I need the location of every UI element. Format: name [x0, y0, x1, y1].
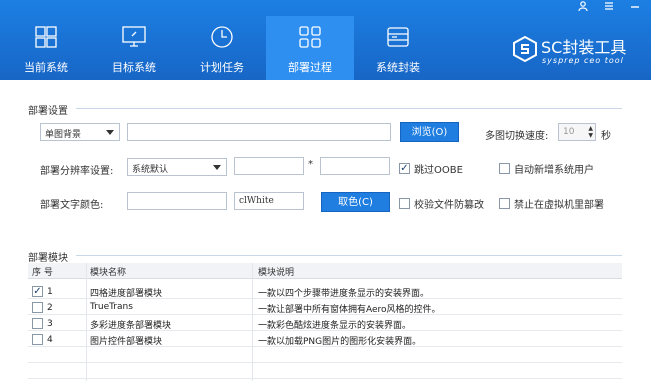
resolution-height-input[interactable]: [320, 157, 390, 175]
checkmark-icon[interactable]: ✓: [32, 286, 43, 297]
logo-name: SC封装工具: [541, 38, 627, 57]
resolution-select[interactable]: 系统默认: [127, 158, 227, 176]
resolution-separator: *: [308, 159, 313, 170]
sc-logo-icon: [513, 36, 537, 62]
table-row-empty: [28, 364, 622, 379]
text-color-input[interactable]: clWhite: [234, 192, 304, 210]
row-number-cell: 2: [32, 302, 53, 313]
auto-add-user-label: 自动新增系统用户: [514, 165, 594, 176]
nav-item-scheduled-tasks[interactable]: 计划任务: [178, 16, 266, 80]
module-name: TrueTrans: [90, 302, 133, 312]
windows-icon: [35, 26, 57, 48]
chevron-down-icon: [213, 165, 221, 170]
module-name: 四格进度部署模块: [90, 289, 163, 299]
resolution-width-input[interactable]: [234, 157, 304, 175]
table-header: 序 号 模块名称 模块说明: [28, 263, 622, 279]
checkmark-icon: ✓: [399, 163, 410, 174]
row-number: 3: [47, 318, 53, 329]
table-row-empty: [28, 348, 622, 363]
module-description: 一款彩色酷炫进度条显示的安装界面。: [258, 321, 412, 331]
resolution-value: 系统默认: [132, 165, 169, 175]
module-description: 一款让部署中所有窗体拥有Aero风格的控件。: [258, 305, 441, 315]
drive-icon: [387, 27, 409, 47]
table-row[interactable]: 4 图片控件部署模块 一款以加载PNG图片的图形化安装界面。: [28, 332, 622, 347]
text-color-label: 部署文字颜色:: [40, 200, 104, 211]
monitor-icon: [122, 26, 146, 47]
no-vm-deploy-label: 禁止在虚拟机里部署: [514, 200, 604, 211]
spinner-arrows-icon[interactable]: ▲ ▼: [588, 125, 593, 139]
skip-oobe-label: 跳过OOBE: [414, 165, 463, 176]
modules-icon: [299, 26, 321, 48]
nav-label: 目标系统: [112, 61, 156, 74]
column-header-name[interactable]: 模块名称: [90, 265, 126, 278]
pick-color-button[interactable]: 取色(C): [321, 192, 390, 212]
table-row[interactable]: ✓ 1 四格进度部署模块 一款以四个步骤带进度条显示的安装界面。: [28, 284, 622, 299]
section-divider: [76, 108, 622, 109]
text-color-preview: [127, 192, 227, 210]
row-number-cell: 3: [32, 318, 53, 329]
module-description: 一款以四个步骤带进度条显示的安装界面。: [258, 289, 430, 299]
checkbox-box: [399, 198, 410, 209]
row-number-cell: 4: [32, 334, 53, 345]
auto-add-user-checkbox[interactable]: 自动新增系统用户: [499, 161, 594, 176]
nav-label: 部署过程: [288, 61, 332, 74]
menu-icon[interactable]: [603, 1, 615, 14]
row-number: 1: [47, 286, 53, 297]
clock-icon: [211, 26, 233, 48]
user-icon[interactable]: [577, 1, 589, 14]
switch-speed-value: 10: [563, 127, 575, 137]
table-row[interactable]: 3 多彩进度条部署模块 一款彩色酷炫进度条显示的安装界面。: [28, 316, 622, 331]
checkbox-box[interactable]: [32, 334, 43, 345]
nav-label: 当前系统: [24, 61, 68, 74]
background-mode-select[interactable]: 单图背景: [40, 123, 120, 141]
table-row[interactable]: 2 TrueTrans 一款让部署中所有窗体拥有Aero风格的控件。: [28, 300, 622, 315]
speed-unit-label: 秒: [601, 131, 611, 142]
modules-section-title: 部署模块: [28, 253, 68, 264]
skip-oobe-checkbox[interactable]: ✓ 跳过OOBE: [399, 161, 463, 176]
module-name: 图片控件部署模块: [90, 337, 163, 347]
row-number: 4: [47, 334, 53, 345]
checkbox-box: [499, 163, 510, 174]
column-header-number[interactable]: 序 号: [32, 265, 53, 278]
verify-files-label: 校验文件防篡改: [414, 200, 484, 211]
column-header-description[interactable]: 模块说明: [258, 265, 294, 278]
title-bar: 当前系统 目标系统 计划任务 部署过程 系统封装 SC封装工具 sysprep …: [0, 0, 651, 80]
nav-item-deploy-process[interactable]: 部署过程: [266, 16, 354, 80]
window-controls: [577, 1, 641, 14]
nav-item-current-system[interactable]: 当前系统: [2, 16, 90, 80]
checkbox-box[interactable]: [32, 302, 43, 313]
row-number-cell: ✓ 1: [32, 286, 53, 297]
logo-subtitle: sysprep ceo tool: [542, 56, 624, 65]
checkbox-box[interactable]: [32, 318, 43, 329]
chevron-down-icon: [106, 130, 114, 135]
section-divider: [76, 255, 622, 256]
settings-section-title: 部署设置: [28, 106, 68, 117]
resolution-label: 部署分辨率设置:: [40, 166, 114, 177]
background-mode-value: 单图背景: [45, 130, 82, 140]
nav-label: 系统封装: [376, 61, 420, 74]
nav-item-system-package[interactable]: 系统封装: [354, 16, 442, 80]
nav-label: 计划任务: [200, 61, 244, 74]
no-vm-deploy-checkbox[interactable]: 禁止在虚拟机里部署: [499, 196, 604, 211]
browse-button[interactable]: 浏览(O): [400, 122, 459, 142]
checkbox-box: [499, 198, 510, 209]
switch-speed-label: 多图切换速度:: [485, 131, 549, 142]
row-number: 2: [47, 302, 53, 313]
verify-files-checkbox[interactable]: 校验文件防篡改: [399, 196, 484, 211]
background-image-path-input[interactable]: [127, 123, 391, 141]
app-logo: SC封装工具 sysprep ceo tool: [512, 34, 646, 68]
text-color-value: clWhite: [239, 196, 274, 206]
main-nav: 当前系统 目标系统 计划任务 部署过程 系统封装: [2, 16, 442, 80]
module-name: 多彩进度条部署模块: [90, 321, 172, 331]
minimize-icon[interactable]: [629, 1, 641, 14]
module-description: 一款以加载PNG图片的图形化安装界面。: [258, 337, 422, 347]
nav-item-target-system[interactable]: 目标系统: [90, 16, 178, 80]
switch-speed-spinner[interactable]: 10 ▲ ▼: [558, 123, 596, 141]
